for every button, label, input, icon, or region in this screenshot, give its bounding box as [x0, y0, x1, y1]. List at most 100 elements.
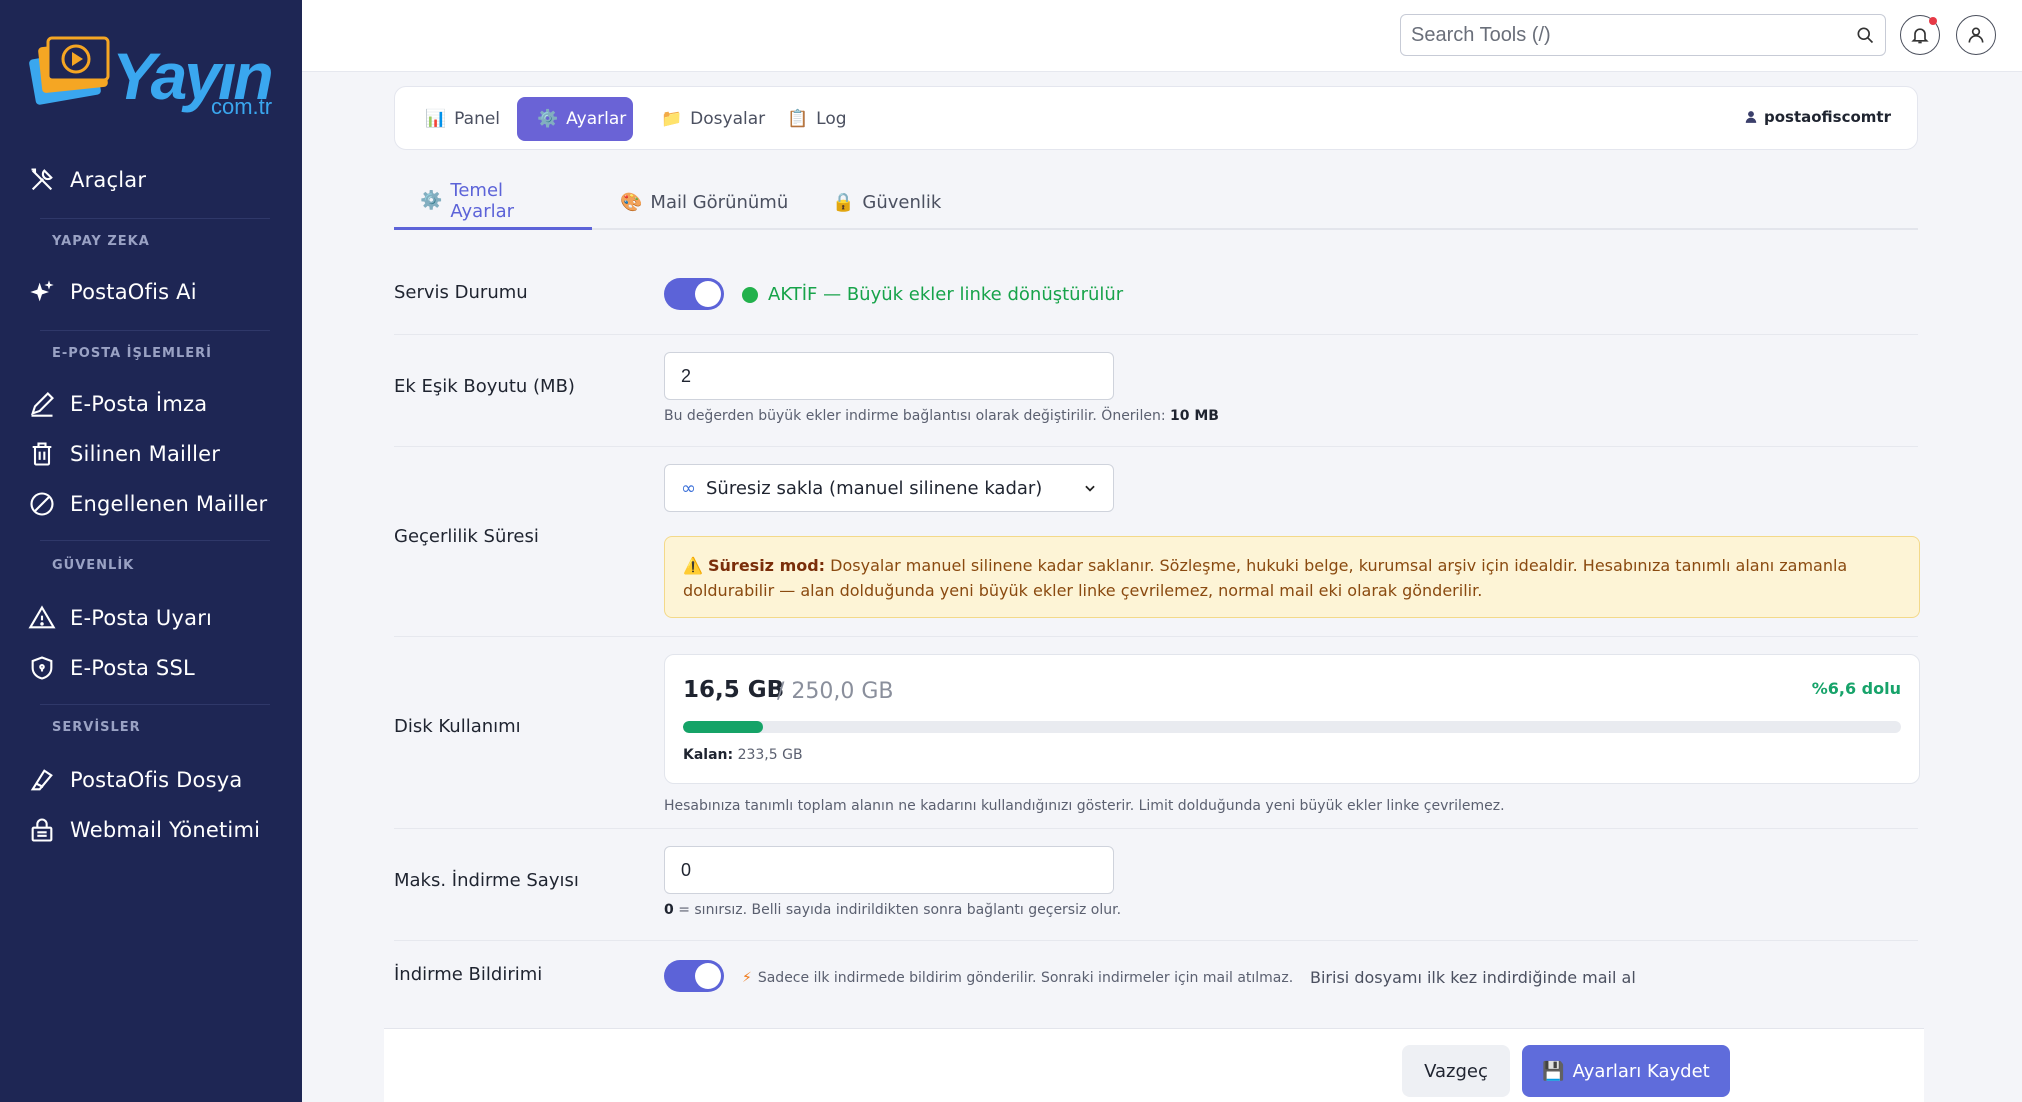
tools-icon: [31, 168, 53, 191]
disk-progress-bar: [683, 721, 1901, 733]
warning-icon: [28, 605, 56, 629]
max-downloads-input[interactable]: [664, 846, 1114, 894]
validity-warning: ⚠️ Süresiz mod: Dosyalar manuel silinene…: [664, 536, 1920, 618]
service-status-label: Servis Durumu: [394, 282, 528, 303]
palette-icon: 🎨: [620, 191, 643, 213]
save-label: Ayarları Kaydet: [1572, 1060, 1710, 1082]
sidebar-item-silinen-mailler[interactable]: Silinen Mailler: [28, 434, 220, 474]
lock-icon: [31, 818, 53, 842]
sidebar-item-label: Engellenen Mailler: [70, 492, 268, 516]
remaining-value: 233,5 GB: [737, 747, 803, 763]
tab-log[interactable]: 📋 Log: [767, 97, 867, 141]
sidebar-item-label: PostaOfis Ai: [70, 280, 197, 304]
validity-select[interactable]: ∞ Süresiz sakla (manuel silinene kadar): [664, 464, 1114, 512]
footer-actions: Vazgeç 💾 Ayarları Kaydet: [384, 1028, 1924, 1102]
brand-logo[interactable]: Yayın com.tr: [28, 34, 282, 124]
section-title: E-POSTA İŞLEMLERİ: [52, 346, 212, 361]
bell-icon: [1911, 28, 1929, 44]
notification-dot: [1929, 17, 1937, 25]
divider: [394, 636, 1918, 637]
top-nav: 📊 Panel ⚙️ Ayarlar 📁 Dosyalar 📋 Log post…: [394, 86, 1918, 150]
notify-note: ⚡ Sadece ilk indirmede bildirim gönderil…: [742, 970, 1293, 986]
validity-label: Geçerlilik Süresi: [394, 526, 539, 547]
disk-percent: %6,6 dolu: [1811, 679, 1901, 698]
tab-label: Dosyalar: [690, 109, 766, 129]
sidebar: Yayın com.tr Araçlar YAPAY ZEKA PostaOfi…: [0, 0, 302, 1102]
username: postaofiscomtr: [1763, 108, 1891, 126]
hint-text: = sınırsız. Belli sayıda indirildikten s…: [673, 902, 1122, 918]
profile-button[interactable]: [1956, 15, 1996, 55]
service-toggle[interactable]: [664, 278, 724, 310]
notifications-button[interactable]: [1900, 15, 1940, 55]
folder-icon: 📁: [661, 109, 683, 129]
search-box[interactable]: [1400, 14, 1886, 56]
sidebar-item-postaofis-dosya[interactable]: PostaOfis Dosya: [28, 760, 242, 800]
sidebar-item-webmail-yonetimi[interactable]: Webmail Yönetimi: [28, 810, 260, 850]
search-icon[interactable]: [1855, 25, 1875, 45]
sidebar-item-eposta-ssl[interactable]: E-Posta SSL: [28, 648, 195, 688]
user-icon: [1745, 111, 1757, 123]
hint-strong: 10 MB: [1170, 408, 1219, 424]
notify-label: İndirme Bildirimi: [394, 964, 543, 985]
sidebar-item-label: PostaOfis Dosya: [70, 768, 243, 792]
tab-dosyalar[interactable]: 📁 Dosyalar: [641, 97, 785, 141]
divider: [394, 446, 1918, 447]
disk-total: / 250,0 GB: [777, 679, 894, 704]
service-status: AKTİF — Büyük ekler linke dönüştürülür: [742, 284, 1123, 305]
sparkles-icon: [30, 280, 54, 302]
tab-ayarlar[interactable]: ⚙️ Ayarlar: [517, 97, 633, 141]
gear-icon: ⚙️: [537, 109, 559, 129]
current-user: postaofiscomtr: [1744, 108, 1891, 126]
tab-label: Ayarlar: [566, 109, 627, 129]
clipboard-icon: 📋: [787, 109, 809, 129]
subtab-label: Mail Görünümü: [650, 191, 789, 213]
sidebar-item-label: Webmail Yönetimi: [70, 818, 261, 842]
brand-sub: com.tr: [211, 94, 273, 119]
sidebar-item-label: E-Posta İmza: [70, 392, 208, 416]
section-title: SERVİSLER: [52, 720, 141, 735]
tab-label: Panel: [454, 109, 501, 129]
disk-hint: Hesabınıza tanımlı toplam alanın ne kada…: [664, 798, 1505, 814]
notify-toggle[interactable]: [664, 960, 724, 992]
tab-label: Log: [816, 109, 847, 129]
chevron-down-icon: [1085, 485, 1095, 492]
cancel-button[interactable]: Vazgeç: [1402, 1045, 1510, 1097]
divider: [40, 218, 270, 219]
disk-progress-fill: [683, 721, 764, 733]
sidebar-item-label: E-Posta Uyarı: [70, 606, 213, 630]
sidebar-item-eposta-uyari[interactable]: E-Posta Uyarı: [28, 598, 212, 638]
top-bar: [302, 0, 2022, 72]
floppy-icon: 💾: [1542, 1060, 1565, 1082]
disk-used: 16,5 GB: [683, 677, 785, 703]
subtab-temel-ayarlar[interactable]: ⚙️ Temel Ayarlar: [394, 174, 592, 230]
eraser-icon: [30, 769, 53, 791]
sidebar-item-eposta-imza[interactable]: E-Posta İmza: [28, 384, 207, 424]
sidebar-item-araclar[interactable]: Araçlar: [28, 160, 146, 200]
subtab-label: Temel Ayarlar: [450, 179, 515, 222]
divider: [40, 540, 270, 541]
pen-icon: [31, 392, 54, 417]
divider: [394, 940, 1918, 941]
trash-icon: [32, 442, 52, 466]
remaining-label: Kalan:: [683, 747, 734, 763]
sidebar-item-engellenen-mailler[interactable]: Engellenen Mailler: [28, 484, 267, 524]
disk-usage-card: 16,5 GB / 250,0 GB %6,6 dolu Kalan: 233,…: [664, 654, 1920, 784]
save-button[interactable]: 💾 Ayarları Kaydet: [1522, 1045, 1730, 1097]
disk-label: Disk Kullanımı: [394, 716, 521, 737]
lightning-icon: ⚡: [742, 970, 752, 986]
subtab-mail-gorunumu[interactable]: 🎨 Mail Görünümü: [594, 174, 814, 230]
hint-text: Bu değerden büyük ekler indirme bağlantı…: [664, 408, 1170, 424]
gear-icon: ⚙️: [420, 190, 443, 211]
subtab-guvenlik[interactable]: 🔒 Güvenlik: [806, 174, 967, 230]
disk-remaining: Kalan: 233,5 GB: [683, 747, 803, 763]
sidebar-item-postaofis-ai[interactable]: PostaOfis Ai: [28, 272, 197, 312]
select-value: Süresiz sakla (manuel silinene kadar): [706, 477, 1043, 499]
tab-panel[interactable]: 📊 Panel: [405, 97, 520, 141]
status-dot-icon: [742, 286, 758, 303]
service-status-text: AKTİF — Büyük ekler linke dönüştürülür: [768, 284, 1124, 305]
search-input[interactable]: [1411, 23, 1855, 47]
threshold-input[interactable]: [664, 352, 1114, 400]
threshold-label: Ek Eşik Boyutu (MB): [394, 376, 575, 397]
user-icon: [1968, 27, 1984, 43]
warning-icon: ⚠️: [683, 556, 703, 575]
